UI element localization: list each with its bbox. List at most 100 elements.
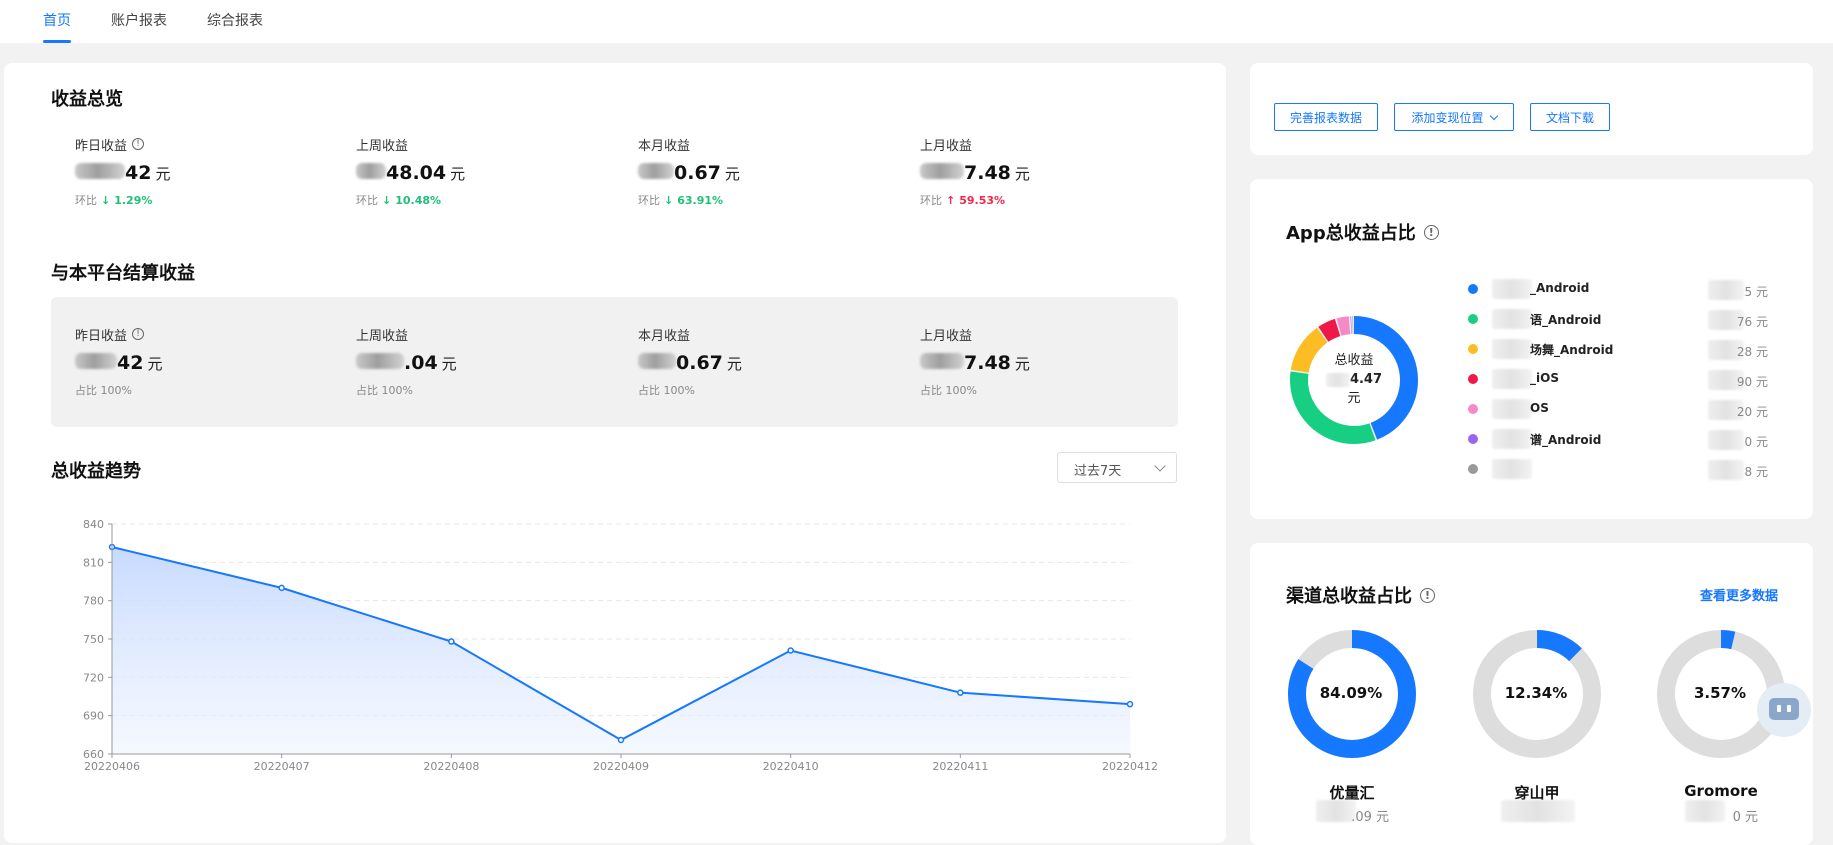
masked-value — [1325, 372, 1350, 387]
masked-name — [1492, 459, 1532, 479]
y-tick-label: 720 — [83, 671, 104, 684]
data-point[interactable] — [957, 689, 964, 696]
doc-download-button[interactable]: 文档下载 — [1530, 103, 1610, 131]
masked-value — [920, 163, 964, 179]
info-icon[interactable]: ! — [1423, 224, 1439, 240]
channel-name: Gromore — [1684, 782, 1758, 800]
stat-unit: 元 — [1014, 355, 1030, 373]
share-label: 占比 100% — [356, 384, 413, 397]
trend-chart: 84081078075072069066020220406 20220407 202… — [83, 518, 1158, 773]
stat-value: 0.67 — [674, 162, 721, 184]
masked-name — [1492, 399, 1532, 419]
data-point[interactable] — [1126, 700, 1134, 708]
info-icon[interactable]: ! — [132, 328, 145, 340]
change-value: 63.91% — [677, 193, 724, 207]
stat-label: 昨日收益 — [75, 138, 128, 154]
stat-unit: 元 — [724, 165, 740, 183]
masked-name — [1492, 339, 1532, 359]
doc-download-label: 文档下载 — [1545, 110, 1594, 125]
tab-account-report[interactable]: 账户报表 — [111, 10, 167, 30]
x-tick-label: 20220408 — [423, 760, 479, 773]
stat-label: 上月收益 — [920, 138, 973, 154]
legend-item[interactable]: 语_Android 76 元 — [1468, 309, 1768, 330]
legend-name: 语_Android — [1530, 313, 1602, 327]
data-point[interactable] — [448, 638, 455, 645]
masked-value — [75, 163, 125, 179]
date-range-select[interactable]: 过去7天 — [1057, 452, 1177, 483]
assistant-bot-icon[interactable] — [1757, 683, 1811, 737]
legend-amount: 20 元 — [1736, 405, 1768, 419]
stat-value: 42 — [117, 352, 144, 374]
x-tick-label: 20220411 — [932, 760, 988, 773]
masked-amount — [1708, 280, 1744, 300]
channel-amount: .09 元 — [1351, 810, 1389, 825]
masked-name — [1492, 429, 1532, 449]
x-tick-label: 20220412 — [1102, 760, 1158, 773]
info-icon[interactable]: ! — [1420, 587, 1435, 603]
share-label: 占比 100% — [920, 384, 977, 397]
data-point[interactable] — [787, 647, 794, 654]
stat-label: 上周收益 — [356, 328, 409, 344]
add-position-button[interactable]: 添加变现位置 — [1394, 103, 1514, 131]
legend-amount: 90 元 — [1736, 375, 1768, 389]
change-value: 1.29% — [114, 193, 153, 207]
masked-value — [356, 353, 404, 369]
channel-share-title: 渠道总收益占比 ! — [1286, 582, 1435, 608]
data-point[interactable] — [278, 584, 285, 592]
stat-unit: 元 — [1014, 165, 1030, 183]
x-tick-label: 20220407 — [254, 760, 310, 773]
share-label: 占比 100% — [75, 384, 132, 397]
legend-item[interactable]: _iOS 90 元 — [1468, 369, 1768, 390]
trend-title: 总收益趋势 — [51, 461, 141, 482]
stat-unit: 元 — [450, 165, 466, 183]
chevron-down-icon — [1489, 111, 1498, 120]
compare-label: 环比 — [638, 194, 660, 207]
legend-dot — [1468, 404, 1478, 414]
view-more-link[interactable]: 查看更多数据 — [1700, 585, 1778, 604]
legend-name: 谱_Android — [1530, 433, 1602, 447]
legend-name: _Android — [1530, 281, 1590, 295]
stat-unit: 元 — [726, 355, 742, 373]
y-tick-label: 780 — [83, 595, 104, 608]
x-tick-label: 20220410 — [763, 760, 819, 773]
stat-value: 7.48 — [964, 352, 1011, 374]
stat-value: 42 — [125, 162, 152, 184]
compare-label: 环比 — [920, 194, 942, 207]
legend-item[interactable]: _Android 5 元 — [1468, 279, 1768, 300]
legend-item[interactable]: 场舞_Android 28 元 — [1468, 339, 1768, 360]
share-label: 占比 100% — [638, 384, 695, 397]
overview-title: 收益总览 — [51, 89, 123, 110]
legend-item[interactable]: 8 元 — [1468, 459, 1768, 480]
legend-item[interactable]: OS 20 元 — [1468, 399, 1768, 420]
info-icon[interactable]: ! — [132, 138, 145, 150]
arrow-up-icon: ↑ — [946, 193, 956, 207]
masked-value — [638, 353, 676, 369]
app-share-title-text: App总收益占比 — [1286, 223, 1416, 244]
legend-amount: 0 元 — [1744, 435, 1768, 449]
masked-amount — [1708, 460, 1744, 480]
stat-unit: 元 — [155, 165, 171, 183]
masked-value — [356, 163, 386, 179]
legend-dot — [1468, 284, 1478, 294]
tab-home[interactable]: 首页 — [43, 10, 71, 30]
masked-name — [1492, 369, 1532, 389]
stat-value: .04 — [404, 352, 438, 374]
data-point[interactable] — [617, 736, 625, 744]
legend-item[interactable]: 谱_Android 0 元 — [1468, 429, 1768, 450]
legend-dot — [1468, 374, 1478, 384]
ring-percent: 84.09% — [1319, 684, 1383, 702]
change-value: 10.48% — [395, 193, 442, 207]
arrow-down-icon: ↓ — [101, 193, 111, 207]
stat-value: 0.67 — [676, 352, 723, 374]
masked-amount — [1501, 800, 1575, 822]
legend-amount: 5 元 — [1744, 285, 1768, 299]
tab-summary-report[interactable]: 综合报表 — [207, 10, 263, 30]
stat-value: 7.48 — [964, 162, 1011, 184]
ring-percent: 12.34% — [1504, 684, 1568, 702]
masked-amount — [1708, 430, 1744, 450]
add-position-label: 添加变现位置 — [1411, 110, 1484, 125]
settle-last-week: 上周收益 .04 元 占比 100% — [356, 325, 457, 398]
settlement-title: 与本平台结算收益 — [51, 263, 195, 284]
stat-label: 本月收益 — [638, 328, 691, 344]
improve-data-button[interactable]: 完善报表数据 — [1274, 103, 1378, 131]
